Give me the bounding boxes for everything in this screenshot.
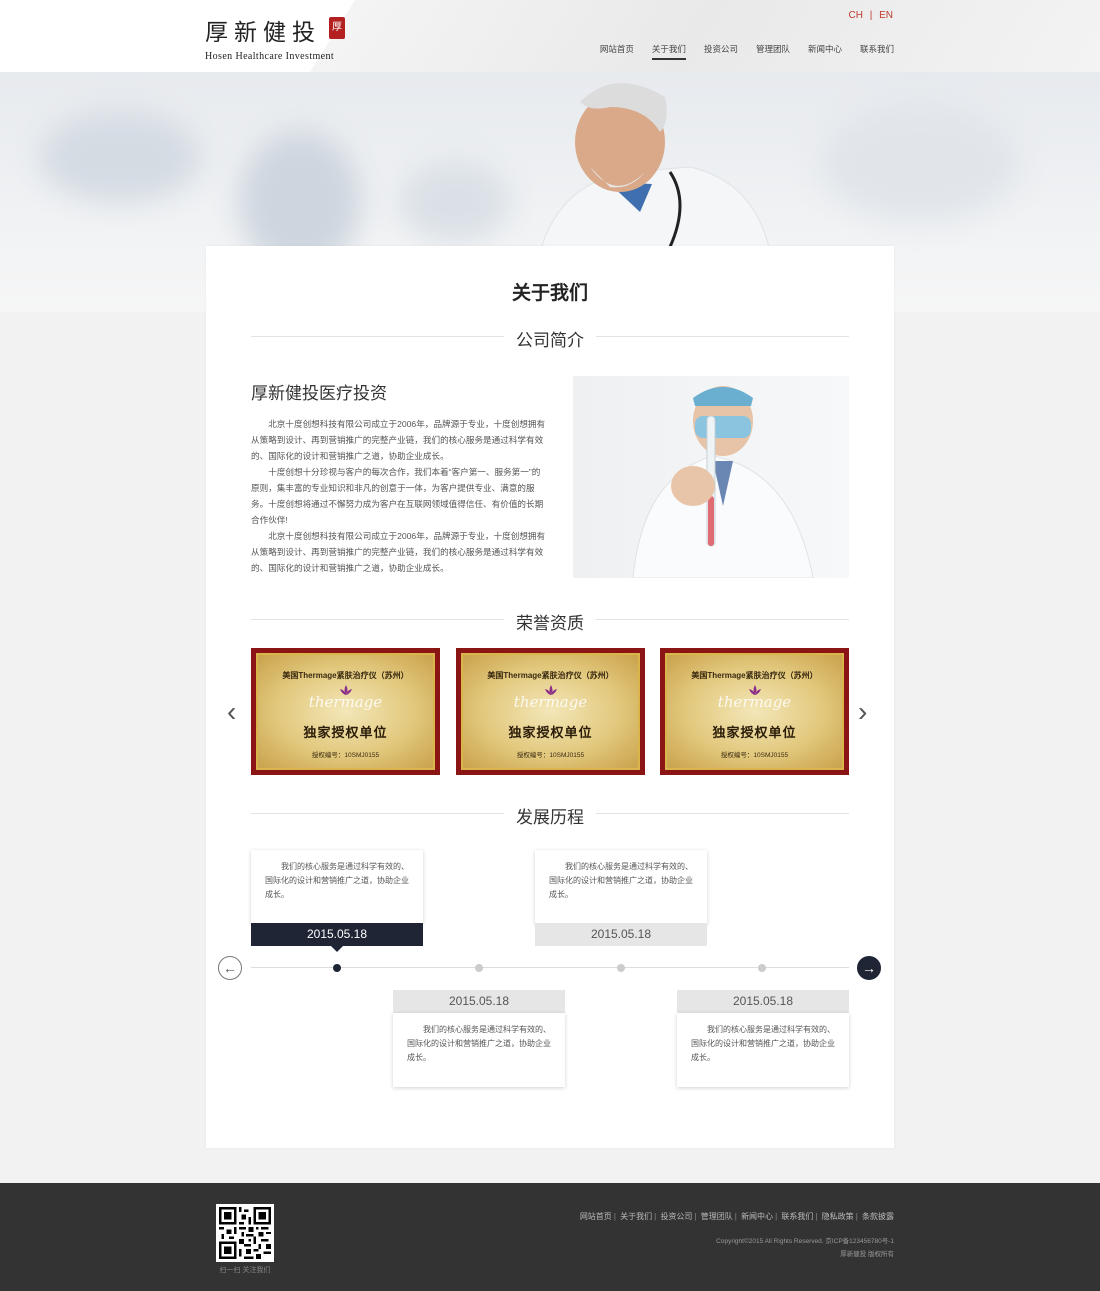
page-title: 关于我们 (511, 283, 588, 304)
certificate-main-text: 独家授权单位 (508, 725, 593, 740)
certificate-title: 美国Thermage紧肤治疗仪（苏州） (487, 671, 614, 680)
timeline-event-date[interactable]: 2015.05.18 (251, 923, 423, 952)
intro-section-title: 公司简介 (504, 331, 596, 350)
lang-separator: | (869, 10, 873, 21)
certificate-brand: thermage (513, 693, 588, 711)
nav-about[interactable]: 关于我们 (651, 43, 686, 67)
honors-prev-arrow[interactable]: ‹ (227, 698, 236, 726)
timeline-dot[interactable] (758, 964, 766, 972)
qr-code (216, 1204, 274, 1262)
timeline-dot[interactable] (475, 964, 483, 972)
certificate-number: 授权编号：10SMJ0155 (516, 752, 585, 759)
logo-chinese: 厚新健投 (205, 20, 321, 46)
timeline-event-date[interactable]: 2015.05.18 (677, 990, 849, 1013)
main-nav: 网站首页 关于我们 投资公司 管理团队 新闻中心 联系我们 (582, 43, 894, 67)
timeline-dot[interactable] (333, 964, 341, 972)
timeline-event-date[interactable]: 2015.05.18 (535, 923, 707, 946)
certificate-brand: thermage (308, 693, 383, 711)
logo-english: Hosen Healthcare Investment (205, 51, 335, 62)
timeline-next-button[interactable]: → (857, 956, 881, 980)
honors-section-title: 荣誉资质 (504, 614, 596, 633)
nav-investment[interactable]: 投资公司 (704, 43, 738, 67)
timeline-event-text: 我们的核心服务是通过科学有效的、国际化的设计和营销推广之道，协助企业成长。 (251, 850, 423, 924)
logo-seal-icon: 厚 (329, 17, 345, 39)
certificate-number: 授权编号：10SMJ0155 (311, 752, 380, 759)
qr-label: 扫一扫 关注我们 (219, 1267, 271, 1274)
timeline-prev-button[interactable]: ← (218, 956, 242, 980)
certificate-title: 美国Thermage紧肤治疗仪（苏州） (282, 671, 409, 680)
history-section-heading: 发展历程 (251, 803, 849, 827)
intro-title: 厚新健投医疗投资 (251, 384, 387, 403)
certificate-main-text: 独家授权单位 (303, 725, 388, 740)
qr-code-icon (219, 1207, 271, 1259)
certificate-card[interactable]: 美国Thermage紧肤治疗仪（苏州） thermage 独家授权单位 授权编号… (456, 648, 645, 775)
nav-home[interactable]: 网站首页 (600, 43, 634, 67)
intro-section-heading: 公司简介 (251, 326, 849, 350)
timeline-event-text: 我们的核心服务是通过科学有效的、国际化的设计和营销推广之道，协助企业成长。 (393, 1013, 565, 1087)
certificate-number: 授权编号：10SMJ0155 (720, 752, 789, 759)
copyright-text: Copyright©2015 All Rights Reserved. 京ICP… (716, 1238, 894, 1245)
honors-next-arrow[interactable]: › (858, 698, 867, 726)
footer-copyright: Copyright©2015 All Rights Reserved. 京ICP… (716, 1235, 894, 1261)
nav-contact[interactable]: 联系我们 (860, 43, 894, 67)
intro-paragraph: 十度创想十分珍视与客户的每次合作，我们本着“客户第一、服务第一”的原则，集丰富的… (251, 467, 544, 525)
nav-team[interactable]: 管理团队 (756, 43, 790, 67)
certificate-main-text: 独家授权单位 (712, 725, 797, 740)
doctor-image (539, 83, 771, 252)
lang-en-link[interactable]: EN (879, 10, 893, 21)
footer-link[interactable]: 新闻中心 (741, 1212, 773, 1221)
rights-text: 厚新健投 版权所有 (840, 1251, 894, 1258)
history-section-title: 发展历程 (504, 808, 596, 827)
lang-ch-link[interactable]: CH (848, 10, 862, 21)
certificate-card[interactable]: 美国Thermage紧肤治疗仪（苏州） thermage 独家授权单位 授权编号… (660, 648, 849, 775)
intro-photo-scientist (573, 376, 849, 578)
footer-link[interactable]: 隐私政策 (822, 1212, 854, 1221)
site-header: 厚新健投 厚 Hosen Healthcare Investment CH | … (0, 0, 1100, 72)
language-switch: CH | EN (848, 10, 893, 21)
nav-news[interactable]: 新闻中心 (808, 43, 842, 67)
footer-link[interactable]: 关于我们 (620, 1212, 652, 1221)
intro-paragraph: 北京十度创想科技有限公司成立于2006年，品牌源于专业，十度创想拥有从策略到设计… (251, 419, 546, 461)
intro-paragraph: 北京十度创想科技有限公司成立于2006年，品牌源于专业，十度创想拥有从策略到设计… (251, 531, 546, 573)
honors-section-heading: 荣誉资质 (251, 609, 849, 633)
footer-link[interactable]: 联系我们 (781, 1212, 813, 1221)
timeline-event-text: 我们的核心服务是通过科学有效的、国际化的设计和营销推广之道，协助企业成长。 (677, 1013, 849, 1087)
timeline-dot[interactable] (617, 964, 625, 972)
site-logo[interactable]: 厚新健投 厚 Hosen Healthcare Investment (205, 13, 345, 62)
certificate-card[interactable]: 美国Thermage紧肤治疗仪（苏州） thermage 独家授权单位 授权编号… (251, 648, 440, 775)
certificate-brand: thermage (717, 693, 792, 711)
footer-link[interactable]: 网站首页 (580, 1212, 612, 1221)
footer-link[interactable]: 投资公司 (660, 1212, 692, 1221)
footer-nav: 网站首页 | 关于我们 | 投资公司 | 管理团队 | 新闻中心 | 联系我们 | 隐私政策… (579, 1212, 894, 1221)
certificate-title: 美国Thermage紧肤治疗仪（苏州） (691, 671, 818, 680)
about-content-card: 关于我们 公司简介 厚新健投医疗投资 北京十度创想科技有限公司成立于2006年，… (206, 246, 894, 1148)
footer-link[interactable]: 条款披露 (862, 1212, 894, 1221)
footer-link[interactable]: 管理团队 (701, 1212, 733, 1221)
timeline-event-text: 我们的核心服务是通过科学有效的、国际化的设计和营销推广之道，协助企业成长。 (535, 850, 707, 924)
site-footer: 扫一扫 关注我们 网站首页 | 关于我们 | 投资公司 | 管理团队 | 新闻中心 | 联… (0, 1183, 1100, 1291)
timeline-event-date[interactable]: 2015.05.18 (393, 990, 565, 1013)
intro-text: 北京十度创想科技有限公司成立于2006年，品牌源于专业，十度创想拥有从策略到设计… (251, 416, 548, 576)
